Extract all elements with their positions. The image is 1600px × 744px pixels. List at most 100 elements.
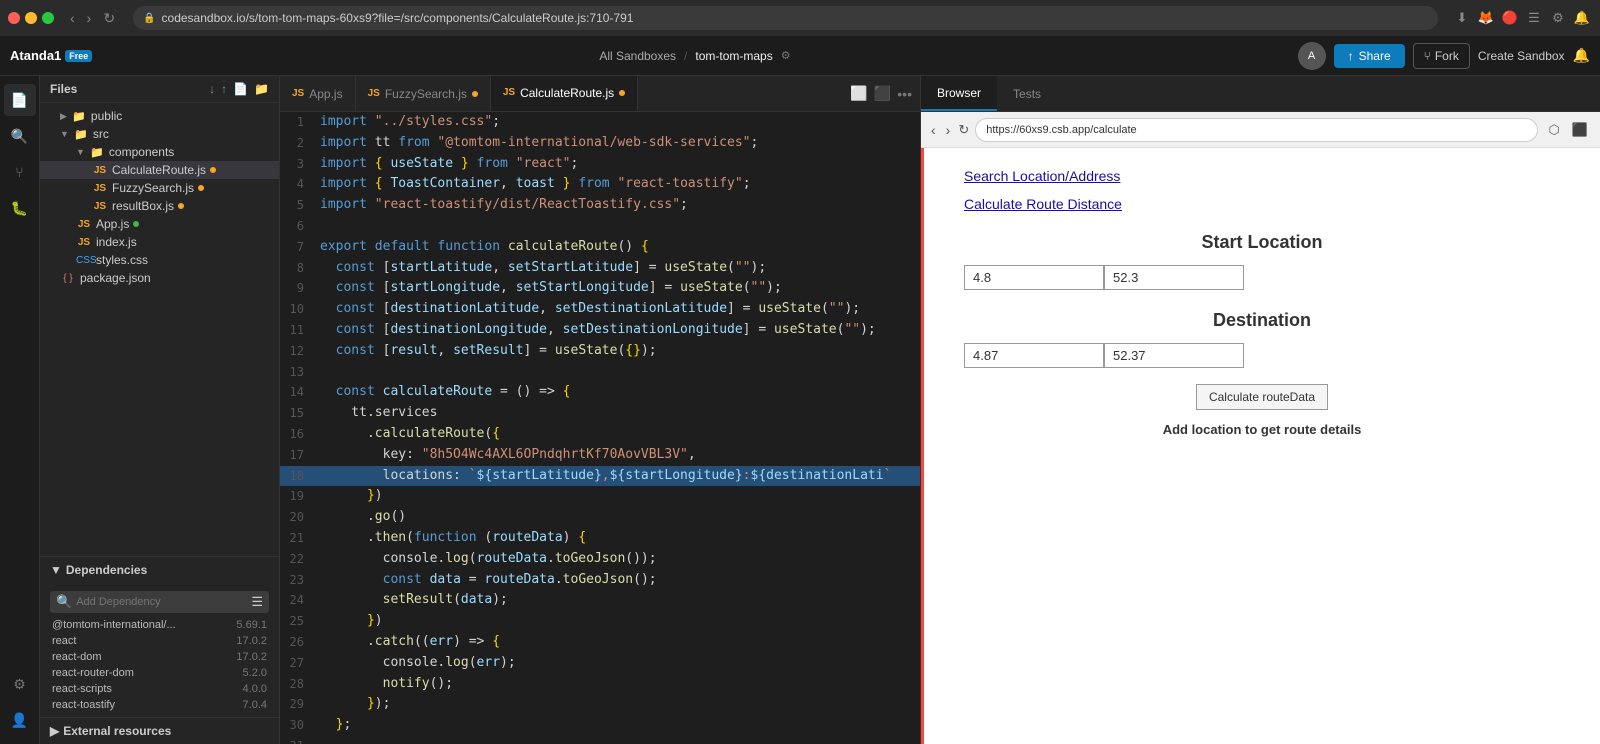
chrome-ext-1[interactable]: ⬇ — [1452, 10, 1472, 26]
preview-hint-text: Add location to get route details — [964, 422, 1560, 437]
file-name-packagejson: package.json — [80, 271, 151, 285]
dep-menu-icon[interactable]: ☰ — [251, 594, 263, 610]
more-options-icon[interactable]: ••• — [897, 86, 912, 102]
preview-forward-btn[interactable]: › — [944, 120, 953, 140]
preview-right-icons: ⬡ ⬛ — [1544, 120, 1592, 140]
create-sandbox-button[interactable]: Create Sandbox — [1478, 49, 1565, 63]
file-item-styles[interactable]: CSS styles.css — [40, 251, 279, 269]
chrome-minimize-btn[interactable] — [25, 12, 37, 24]
tab-browser-label: Browser — [937, 86, 981, 100]
file-name-resultbox: resultBox.js — [112, 199, 174, 213]
chrome-close-btn[interactable] — [8, 12, 20, 24]
tab-tests[interactable]: Tests — [997, 76, 1057, 111]
code-line-7: 7 export default function calculateRoute… — [280, 237, 920, 258]
dep-item-tomtom: @tomtom-international/... 5.69.1 — [40, 617, 279, 633]
icon-bar-git[interactable]: ⑂ — [4, 156, 36, 188]
sort-up-icon[interactable]: ↑ — [221, 82, 227, 96]
tab-appjs[interactable]: JS App.js — [280, 76, 356, 111]
preview-content: Search Location/Address Calculate Route … — [921, 148, 1600, 744]
preview-dest-lat-input[interactable] — [964, 343, 1104, 368]
preview-open-external-btn[interactable]: ⬡ — [1544, 120, 1563, 140]
chrome-ext-4[interactable]: ☰ — [1524, 10, 1544, 26]
js-app-icon: JS — [76, 219, 92, 230]
preview-start-lat-input[interactable] — [964, 265, 1104, 290]
file-name-calculateroute: CalculateRoute.js — [112, 163, 206, 177]
code-line-17: 17 key: "8h5O4Wc4AXL6OPndqhrtKf70AovVBL3… — [280, 445, 920, 466]
fork-button[interactable]: ⑂ Fork — [1413, 43, 1470, 69]
preview-refresh-btn[interactable]: ↻ — [958, 122, 969, 138]
code-line-15: 15 tt.services — [280, 403, 920, 424]
preview-dest-inputs — [964, 343, 1560, 368]
preview-split-btn[interactable]: ⬛ — [1568, 120, 1592, 140]
chrome-ext-2[interactable]: 🦊 — [1476, 10, 1496, 26]
split-preview-icon[interactable]: ⬛ — [874, 85, 891, 102]
chrome-back-btn[interactable]: ‹ — [66, 8, 79, 29]
preview-link-calculate[interactable]: Calculate Route Distance — [964, 196, 1560, 212]
preview-calculate-btn[interactable]: Calculate routeData — [1196, 384, 1328, 410]
fork-icon: ⑂ — [1424, 49, 1431, 63]
dep-version-reactdom: 17.0.2 — [236, 651, 267, 663]
file-item-components[interactable]: ▼ 📁 components — [40, 143, 279, 161]
file-item-public[interactable]: ▶ 📁 public — [40, 107, 279, 125]
sort-down-icon[interactable]: ↓ — [209, 82, 215, 96]
chrome-ext-5[interactable]: ⚙ — [1548, 10, 1568, 26]
icon-bar-debug[interactable]: 🐛 — [4, 192, 36, 224]
file-item-src[interactable]: ▼ 📁 src — [40, 125, 279, 143]
preview-link-search[interactable]: Search Location/Address — [964, 168, 1560, 184]
tab-appjs-label: App.js — [309, 87, 342, 101]
file-item-fuzzysearch[interactable]: JS FuzzySearch.js — [40, 179, 279, 197]
split-editor-icon[interactable]: ⬜ — [850, 85, 867, 102]
tab-calculateroute[interactable]: JS CalculateRoute.js — [491, 76, 638, 111]
code-container[interactable]: 1 import "../styles.css"; 2 import tt fr… — [280, 112, 920, 744]
chrome-ext-6[interactable]: 🔔 — [1572, 10, 1592, 26]
add-dependency-search[interactable]: 🔍 ☰ — [50, 591, 269, 613]
chrome-address-bar[interactable]: 🔒 codesandbox.io/s/tom-tom-maps-60xs9?fi… — [133, 6, 1438, 30]
deps-label: Dependencies — [66, 563, 147, 577]
new-file-icon[interactable]: 📄 — [233, 82, 248, 96]
user-avatar[interactable]: A — [1298, 42, 1326, 70]
preview-back-btn[interactable]: ‹ — [929, 120, 938, 140]
sandbox-settings-icon[interactable]: ⚙ — [781, 49, 791, 62]
dep-name-reactrouterdom: react-router-dom — [52, 667, 134, 679]
file-item-resultbox[interactable]: JS resultBox.js — [40, 197, 279, 215]
file-item-indexjs[interactable]: JS index.js — [40, 233, 279, 251]
preview-url-bar[interactable]: https://60xs9.csb.app/calculate — [975, 118, 1538, 142]
new-folder-icon[interactable]: 📁 — [254, 82, 269, 96]
tab-browser[interactable]: Browser — [921, 76, 997, 111]
code-line-8: 8 const [startLatitude, setStartLatitude… — [280, 258, 920, 279]
file-item-packagejson[interactable]: { } package.json — [40, 269, 279, 287]
css-styles-icon: CSS — [76, 255, 92, 266]
resultbox-modified-dot — [178, 203, 184, 209]
icon-bar-files[interactable]: 📄 — [4, 84, 36, 116]
dep-item-reacttoastify: react-toastify 7.0.4 — [40, 697, 279, 713]
chrome-url: codesandbox.io/s/tom-tom-maps-60xs9?file… — [162, 11, 1428, 25]
folder-arrow-components-icon: ▼ — [76, 147, 85, 157]
icon-bar-search[interactable]: 🔍 — [4, 120, 36, 152]
folder-components-icon: 📁 — [89, 146, 105, 159]
main-layout: 📄 🔍 ⑂ 🐛 ⚙ 👤 Files ↓ ↑ 📄 📁 ▶ 📁 public — [0, 76, 1600, 744]
dependencies-header[interactable]: ▼ Dependencies — [40, 556, 279, 583]
file-item-calculateroute[interactable]: JS CalculateRoute.js — [40, 161, 279, 179]
add-dependency-input[interactable] — [76, 596, 247, 608]
dep-item-reactscripts: react-scripts 4.0.0 — [40, 681, 279, 697]
preview-dest-lng-input[interactable] — [1104, 343, 1244, 368]
chrome-forward-btn[interactable]: › — [83, 8, 96, 29]
chrome-ext-3[interactable]: 🔴 — [1500, 10, 1520, 26]
tab-calculateroute-label: CalculateRoute.js — [520, 86, 614, 100]
icon-bar-account[interactable]: 👤 — [4, 704, 36, 736]
files-header-icons: ↓ ↑ 📄 📁 — [209, 82, 269, 96]
external-resources-header[interactable]: ▶ External resources — [40, 717, 279, 744]
chrome-refresh-btn[interactable]: ↻ — [99, 8, 119, 29]
icon-bar-settings[interactable]: ⚙ — [4, 668, 36, 700]
js-file-icon: JS — [92, 165, 108, 176]
tab-fuzzysearch[interactable]: JS FuzzySearch.js — [356, 76, 491, 111]
ext-arrow-icon: ▶ — [50, 724, 59, 738]
code-line-22: 22 console.log(routeData.toGeoJson()); — [280, 549, 920, 570]
breadcrumb-sandboxes[interactable]: All Sandboxes — [599, 49, 676, 63]
code-line-16: 16 .calculateRoute({ — [280, 424, 920, 445]
notification-icon[interactable]: 🔔 — [1573, 47, 1590, 64]
chrome-maximize-btn[interactable] — [42, 12, 54, 24]
preview-start-lng-input[interactable] — [1104, 265, 1244, 290]
file-item-appjs[interactable]: JS App.js — [40, 215, 279, 233]
share-button[interactable]: ↑ Share — [1334, 44, 1405, 68]
